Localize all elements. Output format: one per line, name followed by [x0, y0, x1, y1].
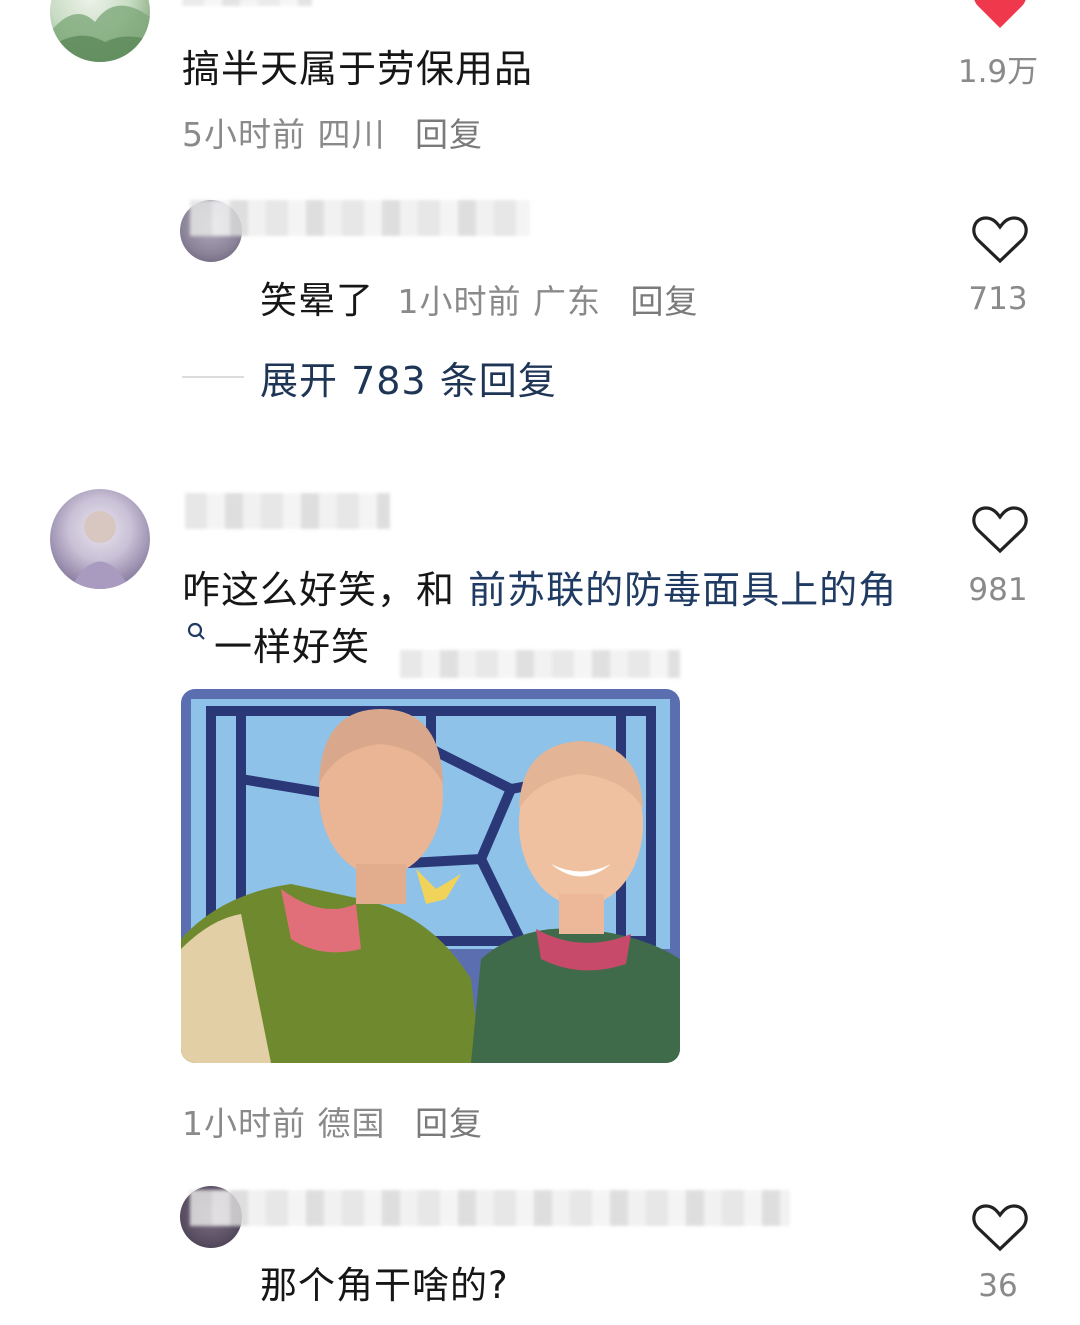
avatar[interactable] — [50, 0, 150, 62]
avatar[interactable] — [50, 489, 150, 589]
username[interactable] — [185, 493, 390, 529]
reply-button[interactable]: 回复 — [415, 1104, 483, 1143]
reply-button[interactable]: 回复 — [415, 115, 483, 154]
comment-location: 四川 — [317, 115, 386, 154]
avatar-figure-image — [70, 511, 130, 589]
comment-location: 德国 — [317, 1104, 386, 1143]
reply-text: 笑晕了 — [260, 279, 374, 322]
comment-photo — [181, 689, 680, 1063]
reply-location: 广东 — [533, 282, 601, 321]
comment-text-part: 一样好笑 — [214, 625, 371, 669]
redaction-blur — [400, 650, 680, 678]
reply-text: 那个角干啥的? — [260, 1264, 509, 1307]
avatar-landscape-image — [50, 5, 150, 62]
heart-icon[interactable] — [972, 1201, 1028, 1253]
reply-time: 1小时前 — [397, 282, 522, 321]
like-count: 36 — [978, 1268, 1018, 1304]
username[interactable] — [190, 1190, 790, 1226]
comment-time: 1小时前 — [182, 1104, 306, 1143]
comment-text-part: 咋这么好笑，和 — [182, 568, 469, 612]
heart-icon[interactable] — [972, 0, 1028, 30]
username[interactable] — [182, 0, 312, 6]
heart-icon[interactable] — [972, 503, 1028, 555]
username[interactable] — [190, 200, 530, 236]
expand-replies-button[interactable]: 展开 783 条回复 — [260, 350, 557, 405]
like-count: 713 — [968, 281, 1028, 317]
search-hint-icon[interactable] — [186, 621, 208, 643]
like-count: 981 — [968, 572, 1028, 608]
heart-icon[interactable] — [972, 213, 1028, 265]
reply-line: 笑晕了 1小时前 广东 回复 — [260, 270, 699, 324]
comment-time: 5小时前 — [182, 115, 306, 154]
comment-text: 搞半天属于劳保用品 — [182, 47, 534, 91]
comment-meta: 5小时前 四川 回复 — [182, 108, 483, 156]
like-count: 1.9万 — [957, 54, 1039, 90]
reply-button[interactable]: 回复 — [631, 282, 699, 321]
comment-meta: 1小时前 德国 回复 — [182, 1097, 483, 1145]
expand-divider — [182, 376, 244, 378]
search-link[interactable]: 前苏联的防毒面具上的角 — [468, 568, 897, 612]
comment-image[interactable] — [181, 689, 680, 1063]
